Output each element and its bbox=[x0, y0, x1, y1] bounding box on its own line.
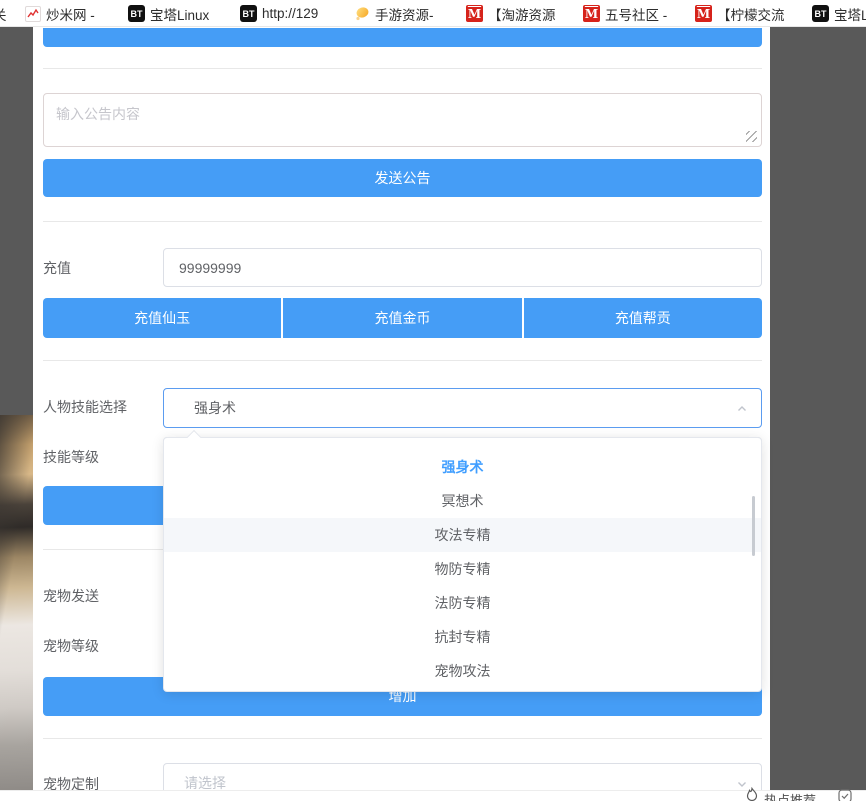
skill-level-label: 技能等级 bbox=[43, 447, 99, 467]
divider bbox=[43, 738, 762, 739]
skill-select[interactable]: 强身术 bbox=[163, 388, 762, 428]
dropdown-scrollbar-thumb[interactable] bbox=[752, 496, 755, 556]
bookmark-item-ningmeng[interactable]: M 【柠檬交流 bbox=[695, 0, 785, 27]
skill-select-value: 强身术 bbox=[194, 400, 236, 416]
divider bbox=[43, 360, 762, 361]
bookmark-label: 【柠檬交流 bbox=[717, 4, 785, 24]
announcement-textarea[interactable] bbox=[43, 93, 762, 147]
bookmark-label: 宝塔L bbox=[834, 4, 866, 24]
dropdown-option[interactable]: 宠物攻法 bbox=[164, 654, 761, 688]
pet-custom-placeholder: 请选择 bbox=[184, 775, 226, 791]
bt-icon: BT bbox=[812, 5, 829, 22]
bookmark-item-wuhao[interactable]: M 五号社区 - bbox=[583, 0, 667, 27]
bookmark-label: 手游资源- bbox=[375, 4, 434, 24]
check-square-icon[interactable] bbox=[838, 789, 852, 801]
bt-icon: BT bbox=[128, 5, 145, 22]
m-icon: M bbox=[583, 5, 600, 22]
divider bbox=[43, 221, 762, 222]
dropdown-option[interactable]: 抗封专精 bbox=[164, 620, 761, 654]
bookmark-item-http129[interactable]: BT http://129 bbox=[240, 0, 318, 27]
bookmark-item-baota2[interactable]: BT 宝塔L bbox=[812, 0, 866, 27]
recharge-button-group: 充值仙玉 充值金币 充值帮贡 bbox=[43, 298, 762, 338]
bookmark-label: 【淘游资源 bbox=[488, 4, 556, 24]
recharge-label: 充值 bbox=[43, 258, 71, 278]
recharge-amount-input[interactable] bbox=[163, 248, 762, 287]
hot-recommend-label: 热点推荐 bbox=[764, 790, 816, 801]
bookmark-label: 五号社区 - bbox=[605, 4, 667, 24]
bookmark-item-chaomiwang[interactable]: 炒米网 - bbox=[25, 0, 95, 27]
skill-dropdown-panel: 强身术 冥想术 攻法专精 物防专精 法防专精 抗封专精 宠物攻法 bbox=[163, 437, 762, 692]
dropdown-option-selected[interactable]: 强身术 bbox=[164, 450, 761, 484]
gold-icon bbox=[354, 6, 370, 22]
bookmark-item-cut[interactable]: 关 bbox=[0, 0, 7, 27]
chevron-up-icon bbox=[737, 404, 747, 414]
bookmark-item-shouyou[interactable]: 手游资源- bbox=[354, 0, 434, 27]
background-photo bbox=[0, 415, 33, 790]
left-gutter bbox=[0, 27, 33, 415]
textarea-resize-handle[interactable] bbox=[746, 131, 757, 142]
bookmark-label: http://129 bbox=[262, 6, 318, 21]
bookmark-label: 关 bbox=[0, 4, 7, 24]
bookmark-item-baota-linux[interactable]: BT 宝塔Linux bbox=[128, 0, 209, 27]
bookmark-item-taoyou[interactable]: M 【淘游资源 bbox=[466, 0, 556, 27]
dropdown-option[interactable]: 冥想术 bbox=[164, 484, 761, 518]
dropdown-option-hovered[interactable]: 攻法专精 bbox=[164, 518, 761, 552]
pet-send-label: 宠物发送 bbox=[43, 586, 99, 606]
bookmarks-bar: 关 炒米网 - BT 宝塔Linux BT http://129 bbox=[0, 0, 866, 27]
dropdown-option[interactable]: 物防专精 bbox=[164, 552, 761, 586]
hot-recommend-bar[interactable]: 热点推荐 bbox=[0, 790, 866, 801]
flame-icon bbox=[744, 787, 760, 801]
bookmark-label: 炒米网 - bbox=[46, 4, 95, 24]
recharge-banggong-button[interactable]: 充值帮贡 bbox=[524, 298, 762, 338]
m-icon: M bbox=[695, 5, 712, 22]
recharge-xianyu-button[interactable]: 充值仙玉 bbox=[43, 298, 281, 338]
send-announcement-button[interactable]: 发送公告 bbox=[43, 159, 762, 197]
m-icon: M bbox=[466, 5, 483, 22]
bt-icon: BT bbox=[240, 5, 257, 22]
bookmark-label: 宝塔Linux bbox=[150, 4, 209, 24]
recharge-jinbi-button[interactable]: 充值金币 bbox=[283, 298, 521, 338]
chart-icon bbox=[25, 6, 41, 22]
skill-select-label: 人物技能选择 bbox=[43, 397, 127, 417]
browser-viewport: 关 炒米网 - BT 宝塔Linux BT http://129 bbox=[0, 0, 866, 801]
divider bbox=[43, 68, 762, 69]
right-gutter bbox=[770, 27, 866, 790]
dropdown-option[interactable]: 法防专精 bbox=[164, 586, 761, 620]
top-cropped-button[interactable] bbox=[43, 28, 762, 47]
pet-level-label: 宠物等级 bbox=[43, 636, 99, 656]
